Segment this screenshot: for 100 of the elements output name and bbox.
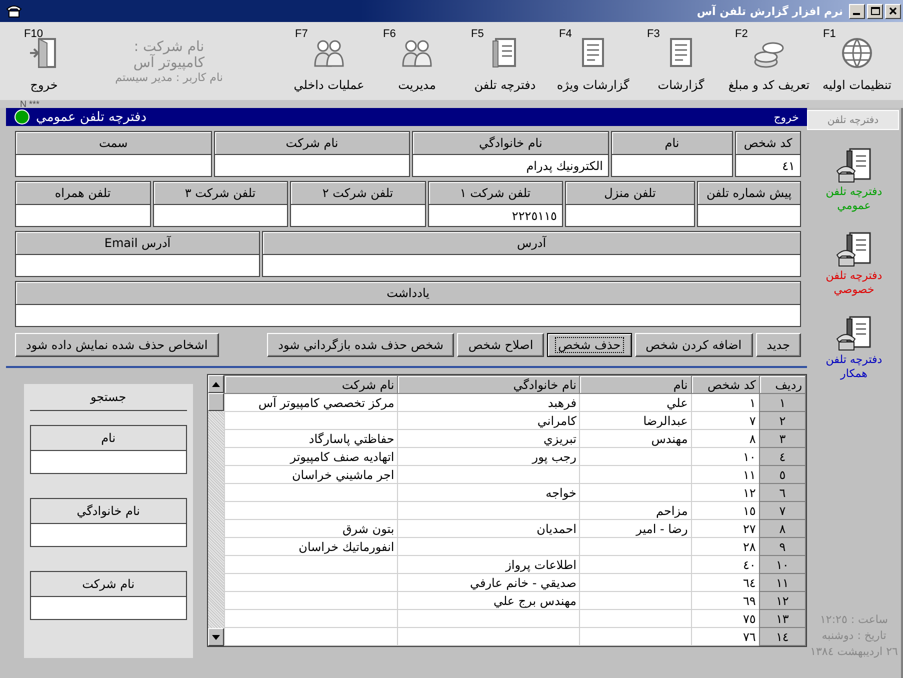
row-number[interactable]: ٣ [759,430,806,448]
field-label: آدرس [262,231,801,255]
input-field[interactable]: الكترونيك پدرام [412,155,609,177]
table-cell: مهندس برج علي [398,592,580,610]
window-title: نرم افزار گزارش تلفن آس [696,4,843,18]
row-number[interactable]: ١٢ [759,592,806,610]
field-label: نام شركت [214,131,410,155]
table-cell: رجب پور [398,448,580,466]
table-cell: ١١ [691,466,760,484]
close-button[interactable] [885,4,901,18]
table-cell: ٦٤ [691,574,760,592]
table-cell: اطلاعات پرواز [398,556,580,574]
input-field[interactable] [290,205,426,227]
panel-title: دفترچه تلفن عمومي [36,110,147,124]
table-cell: احمديان [398,520,580,538]
field-label: سمت [15,131,212,155]
exit-link[interactable]: خروج [774,110,799,124]
row-number[interactable]: ١ [759,394,806,412]
input-field[interactable] [214,155,410,177]
field-label: نام [611,131,733,155]
sidebar-item[interactable]: دفترچه تلفن همكار [812,314,896,382]
table-cell: ٢٧ [691,520,760,538]
action-button[interactable]: اشخاص حذف شده نمايش داده شود [15,333,219,357]
scroll-up-button[interactable] [208,375,224,393]
scroll-down-button[interactable] [208,628,224,646]
row-number[interactable]: ٥ [759,466,806,484]
close-icon [889,7,897,15]
scroll-thumb[interactable] [208,393,224,411]
row-number[interactable]: ٤ [759,448,806,466]
action-button[interactable]: حذف شخص [547,333,632,357]
table-cell: رضا - امير [580,520,692,538]
search-title: جستجو [30,390,187,411]
field-label: تلفن شركت ٢ [290,181,426,205]
table-cell: صديقي - خانم عارفي [398,574,580,592]
search-field[interactable] [30,597,187,620]
table-cell: اتهاديه صنف كامپيوتر [224,448,398,466]
table-cell: فرهبد [398,394,580,412]
down-arrow-icon [212,634,220,640]
row-number[interactable]: ٨ [759,520,806,538]
table-cell: ٦٩ [691,592,760,610]
row-number[interactable]: ٦ [759,484,806,502]
date-label: ٢٦ ارديبهشت ١٣٨٤ [810,644,898,660]
action-button[interactable]: اضافه كردن شخص [634,333,753,357]
field-label: نام [30,425,187,451]
action-button[interactable]: اصلاح شخص [457,333,544,357]
phone-book-icon [834,231,874,269]
action-button[interactable]: شخص حذف شده بازگرداني شود [267,333,454,357]
table-cell: مزاحم [580,502,692,520]
table-cell: ١٠ [691,448,760,466]
input-field[interactable] [15,255,260,277]
input-field[interactable] [262,255,801,277]
row-number[interactable]: ٧ [759,502,806,520]
column-header[interactable]: نام [580,376,692,394]
search-field[interactable] [30,524,187,547]
table-cell: عبدالرضا [580,412,692,430]
action-button[interactable]: جديد [756,333,801,357]
minimize-button[interactable] [849,4,865,18]
scrollbar[interactable] [208,375,224,646]
table-cell: ٨ [691,430,760,448]
table-cell: انفورماتيك خراسان [224,538,398,556]
input-field[interactable] [611,155,733,177]
company-label: نام شركت : [134,38,204,54]
field-label: پيش شماره تلفن [697,181,801,205]
input-field[interactable] [697,205,801,227]
company-name: كامپيوتر آس [133,54,205,70]
date-label: تاريخ : دوشنبه [822,628,886,644]
user-label: نام كاربر : مدير سيستم [115,70,223,84]
input-field[interactable] [15,205,150,227]
column-header[interactable]: نام شركت [224,376,398,394]
column-header[interactable]: كد شخص [691,376,760,394]
phone-book-icon [834,315,874,353]
table-cell: ١ [691,394,760,412]
table-cell: ١٢ [691,484,760,502]
table-cell: ١٥ [691,502,760,520]
row-number[interactable]: ١٣ [759,610,806,628]
field-label: نام شركت [30,571,187,597]
input-field[interactable] [152,205,288,227]
column-header[interactable]: رديف [759,376,806,394]
input-field[interactable] [15,305,801,327]
field-label: نام خانوادگي [412,131,609,155]
field-label: يادداشت [15,281,801,305]
maximize-button[interactable] [867,4,883,18]
input-field[interactable] [15,155,212,177]
row-number[interactable]: ٩ [759,538,806,556]
input-field[interactable]: ٢٢٢٥١١٥ [428,205,563,227]
table-cell: اجر ماشيني خراسان [224,466,398,484]
field-label: تلفن شركت ٣ [152,181,288,205]
maximize-icon [870,7,880,15]
search-field[interactable] [30,451,187,474]
row-number[interactable]: ٢ [759,412,806,430]
input-field[interactable]: ٤١ [735,155,801,177]
field-label: تلفن شركت ١ [428,181,563,205]
row-number[interactable]: ١٠ [759,556,806,574]
column-header[interactable]: نام خانوادگي [398,376,580,394]
input-field[interactable] [565,205,695,227]
row-number[interactable]: ١١ [759,574,806,592]
row-number[interactable]: ١٤ [759,628,806,646]
phone-book-icon [834,147,874,185]
table-cell: حفاظتي پاسارگاد [224,430,398,448]
table-cell: كامراني [398,412,580,430]
